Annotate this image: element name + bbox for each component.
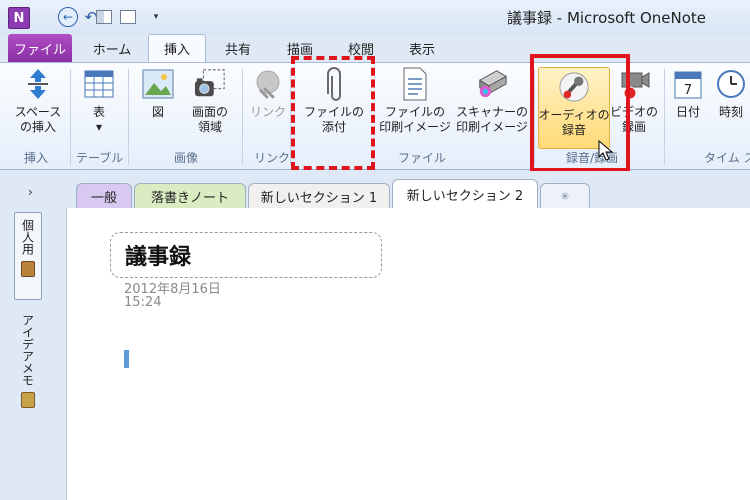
notebook-pane: 個人用 アイデアメモ: [0, 208, 60, 500]
mouse-pointer-icon: [598, 140, 614, 161]
notebook-personal-label: 個人用: [20, 219, 35, 255]
screen-clipping-icon: [194, 67, 226, 101]
tab-file[interactable]: ファイル: [8, 34, 72, 62]
notebook-book-icon: [21, 261, 35, 277]
notebook-personal[interactable]: 個人用: [14, 212, 42, 300]
screen-clipping-label: 画面の 領域: [191, 105, 228, 134]
notebook-ideas[interactable]: アイデアメモ: [14, 308, 42, 428]
back-arrow-icon[interactable]: ←: [58, 7, 78, 27]
picture-label: 図: [151, 105, 164, 119]
collapse-navigation-button[interactable]: ›: [28, 185, 33, 199]
tab-insert[interactable]: 挿入: [148, 34, 206, 62]
separator: [664, 69, 665, 165]
scanner-icon: [476, 67, 508, 101]
picture-button[interactable]: 図: [138, 67, 178, 120]
section-tab-strip: › 一般 落書きノート 新しいセクション 1 新しいセクション 2 ✳: [0, 171, 750, 208]
tab-view[interactable]: 表示: [394, 34, 450, 62]
new-section-tab[interactable]: ✳: [540, 183, 590, 208]
insert-space-label: スペース の挿入: [14, 105, 62, 134]
calendar-icon: 7: [672, 67, 704, 101]
separator: [70, 69, 71, 165]
file-printout-label: ファイルの 印刷イメージ: [379, 105, 451, 134]
link-globe-icon: [252, 67, 284, 101]
group-label-insert: 挿入: [24, 151, 49, 165]
file-printout-icon: [399, 67, 431, 101]
page-time: 15:24: [124, 295, 162, 310]
group-label-files: ファイル: [398, 151, 447, 165]
page-canvas[interactable]: 議事録 2012年8月16日 15:24: [66, 208, 750, 500]
notebook-ideas-label: アイデアメモ: [20, 314, 35, 386]
tab-share[interactable]: 共有: [210, 34, 266, 62]
link-label: リンク: [249, 105, 286, 119]
table-label: 表 ▾: [92, 105, 105, 134]
highlight-dashed-box: [291, 56, 375, 170]
insert-date-label: 日付: [675, 105, 700, 119]
onenote-app-icon[interactable]: N: [8, 7, 30, 29]
section-tab-scribble-notes[interactable]: 落書きノート: [134, 183, 246, 208]
ribbon: スペース の挿入 挿入 表 ▾ テーブル 図 画面の 領域 画像 リンク リンク: [0, 62, 750, 170]
clock-icon: [715, 67, 747, 101]
scanner-printout-button[interactable]: スキャナーの 印刷イメージ: [454, 67, 530, 135]
notebook-book-icon: [21, 392, 35, 408]
calendar-day: 7: [684, 83, 692, 98]
insert-time-button[interactable]: 時刻: [712, 67, 750, 120]
insert-date-button[interactable]: 7 日付: [668, 67, 708, 120]
title-bar: N ← ↶ ▾ 議事録 - Microsoft OneNote: [0, 0, 750, 34]
table-icon: [83, 67, 115, 101]
text-cursor: [124, 350, 129, 368]
tab-home[interactable]: ホーム: [82, 34, 142, 62]
table-button[interactable]: 表 ▾: [78, 67, 120, 135]
page-title[interactable]: 議事録: [125, 239, 191, 271]
insert-space-icon: [22, 67, 54, 101]
window-title: 議事録 - Microsoft OneNote: [507, 9, 707, 27]
group-label-link: リンク: [254, 151, 291, 165]
section-tab-new-section-1[interactable]: 新しいセクション 1: [248, 183, 390, 208]
group-label-timestamp: タイム スタンプ: [704, 151, 750, 165]
section-tab-new-section-2[interactable]: 新しいセクション 2: [392, 179, 538, 208]
dock-to-desktop-icon[interactable]: [96, 10, 112, 24]
file-printout-button[interactable]: ファイルの 印刷イメージ: [376, 67, 454, 135]
ribbon-tabs: ファイル ホーム 挿入 共有 描画 校閲 表示: [0, 34, 750, 62]
group-label-table: テーブル: [76, 151, 124, 165]
full-page-view-icon[interactable]: [120, 10, 136, 24]
scanner-printout-label: スキャナーの 印刷イメージ: [455, 105, 528, 134]
section-tab-general[interactable]: 一般: [76, 183, 132, 208]
insert-space-button[interactable]: スペース の挿入: [12, 67, 64, 135]
link-button[interactable]: リンク: [248, 67, 288, 120]
group-label-images: 画像: [174, 151, 199, 165]
page-title-box[interactable]: 議事録: [110, 232, 382, 278]
highlight-solid-box: [530, 54, 630, 172]
separator: [128, 69, 129, 165]
screen-clipping-button[interactable]: 画面の 領域: [184, 67, 236, 135]
picture-icon: [142, 67, 174, 101]
customize-toolbar-chevron-icon[interactable]: ▾: [151, 7, 161, 27]
insert-time-label: 時刻: [718, 105, 743, 119]
separator: [242, 69, 243, 165]
